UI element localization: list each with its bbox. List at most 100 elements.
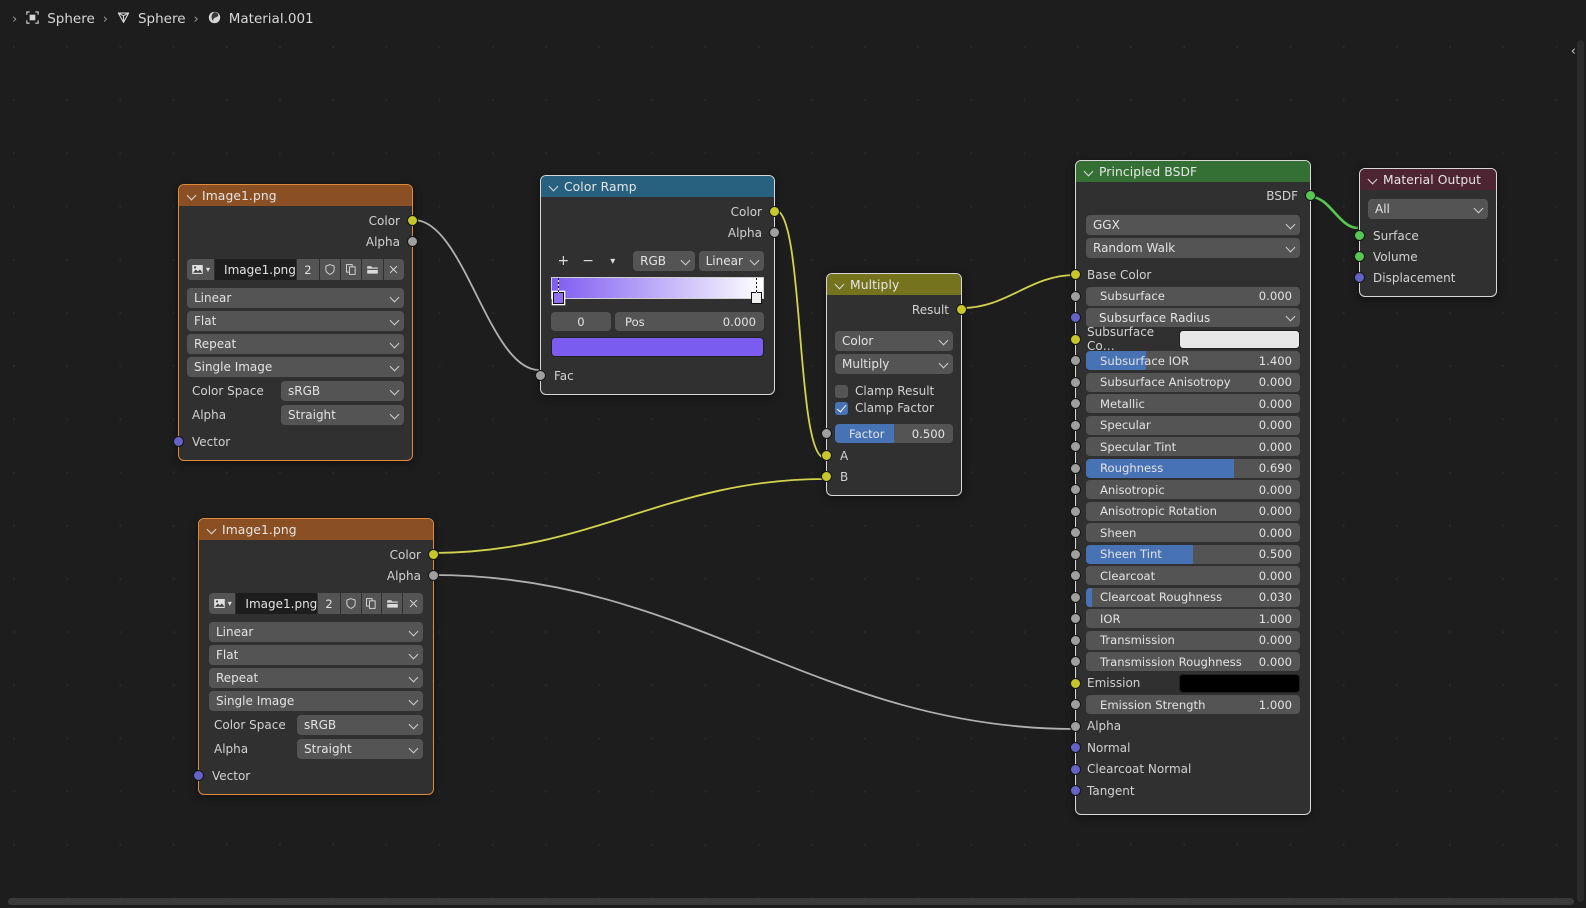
socket-out-alpha[interactable] bbox=[769, 227, 780, 238]
dropdown-projection[interactable]: Flat bbox=[209, 645, 423, 665]
node-multiply[interactable]: Multiply Result Color Multiply Clamp Res… bbox=[821, 273, 967, 496]
node-material-output[interactable]: Material Output All Surface Volume Displ… bbox=[1354, 168, 1497, 297]
socket-in-sheen-tint[interactable] bbox=[1070, 548, 1081, 560]
socket-in-normal[interactable] bbox=[1070, 742, 1081, 753]
socket-out-result[interactable] bbox=[956, 304, 967, 315]
transmission-roughness-slider[interactable]: Transmission Roughness 0.000 bbox=[1086, 652, 1300, 672]
breadcrumb-item-mesh[interactable]: Sphere bbox=[116, 10, 186, 29]
ramp-stop-0[interactable] bbox=[553, 278, 564, 304]
socket-in-vector[interactable] bbox=[173, 436, 184, 447]
dropdown-extension[interactable]: Repeat bbox=[187, 334, 404, 354]
anisotropic-rotation-slider[interactable]: Anisotropic Rotation 0.000 bbox=[1086, 501, 1300, 521]
ramp-index-field[interactable]: 0 bbox=[551, 312, 611, 331]
horizontal-scrollbar[interactable] bbox=[8, 898, 1574, 905]
socket-in-transmission-roughness[interactable] bbox=[1070, 656, 1081, 667]
subsurface-ior-slider[interactable]: Subsurface IOR 1.400 bbox=[1086, 351, 1300, 371]
dropdown-projection[interactable]: Flat bbox=[187, 311, 404, 331]
socket-in-clearcoat[interactable] bbox=[1070, 570, 1081, 581]
socket-in-clearcoat-roughness[interactable] bbox=[1070, 591, 1081, 603]
fake-user-icon[interactable] bbox=[340, 593, 361, 614]
checkbox-row-clamp-result[interactable]: Clamp Result bbox=[835, 384, 953, 398]
clamp-factor-checkbox[interactable] bbox=[835, 401, 848, 415]
checkbox-row-clamp-factor[interactable]: Clamp Factor bbox=[835, 401, 953, 415]
color-ramp-gradient[interactable] bbox=[551, 277, 764, 304]
socket-in-sheen[interactable] bbox=[1070, 527, 1081, 538]
socket-out-color[interactable] bbox=[769, 206, 780, 217]
node-principled-bsdf[interactable]: Principled BSDF BSDF GGX Random Walk Bas… bbox=[1070, 160, 1316, 815]
socket-in-subsurface-ior[interactable] bbox=[1070, 355, 1081, 366]
socket-out-alpha[interactable] bbox=[407, 236, 418, 247]
transmission-slider[interactable]: Transmission 0.000 bbox=[1086, 630, 1300, 650]
node-multiply-header[interactable]: Multiply bbox=[827, 274, 961, 295]
ramp-stop-1[interactable] bbox=[751, 278, 762, 304]
dropdown-subsurface-method[interactable]: Random Walk bbox=[1086, 238, 1300, 258]
image-datablock-bar[interactable]: ▾ Image1.png 2 bbox=[187, 259, 404, 280]
image-datablock-bar[interactable]: ▾ Image1.png 2 bbox=[209, 593, 424, 614]
add-stop-button[interactable]: + bbox=[551, 251, 576, 271]
node-color-ramp[interactable]: Color Ramp Color Alpha + − ▾ RGB Linear … bbox=[535, 175, 780, 395]
subsurface-slider[interactable]: Subsurface 0.000 bbox=[1086, 286, 1300, 306]
chevron-down-icon[interactable] bbox=[549, 182, 558, 191]
dropdown-output-target[interactable]: All bbox=[1368, 199, 1488, 219]
socket-in-subsurface-radius[interactable] bbox=[1070, 312, 1081, 323]
image-browse-icon[interactable]: ▾ bbox=[187, 259, 215, 280]
socket-in-alpha[interactable] bbox=[1070, 720, 1081, 732]
dropdown-blend-mode[interactable]: Multiply bbox=[835, 354, 953, 374]
socket-in-metallic[interactable] bbox=[1070, 398, 1081, 409]
socket-in-vector[interactable] bbox=[193, 770, 204, 781]
socket-in-subsurface-color[interactable] bbox=[1070, 333, 1081, 345]
breadcrumb-item-object[interactable]: Sphere bbox=[25, 10, 95, 29]
socket-out-color[interactable] bbox=[407, 215, 418, 226]
socket-out-bsdf[interactable] bbox=[1305, 190, 1316, 201]
image-name-field[interactable]: Image1.png bbox=[215, 259, 296, 280]
dropdown-interpolation[interactable]: Linear bbox=[187, 288, 404, 308]
dropdown-colorspace[interactable]: sRGB bbox=[297, 715, 423, 735]
dropdown-colorspace[interactable]: sRGB bbox=[281, 381, 404, 401]
socket-in-anisotropic[interactable] bbox=[1070, 484, 1081, 495]
dropdown-ramp-color-mode[interactable]: RGB bbox=[633, 251, 695, 271]
emission-strength-slider[interactable]: Emission Strength 1.000 bbox=[1086, 695, 1300, 715]
unlink-icon[interactable] bbox=[403, 593, 424, 614]
remove-stop-button[interactable]: − bbox=[576, 251, 601, 271]
socket-in-surface[interactable] bbox=[1354, 230, 1365, 241]
roughness-slider[interactable]: Roughness 0.690 bbox=[1086, 458, 1300, 478]
node-image-bottom[interactable]: Image1.png Color Alpha ▾ Image1.png 2 Li… bbox=[193, 518, 439, 795]
clearcoat-slider[interactable]: Clearcoat 0.000 bbox=[1086, 566, 1300, 586]
dropdown-distribution[interactable]: GGX bbox=[1086, 215, 1300, 235]
dropdown-extension[interactable]: Repeat bbox=[209, 668, 423, 688]
ramp-menu-chevron-down-icon[interactable]: ▾ bbox=[600, 251, 625, 271]
region-collapse-chevron-left-icon[interactable]: ‹ bbox=[1571, 44, 1576, 59]
chevron-down-icon[interactable] bbox=[207, 525, 216, 534]
socket-in-base-color[interactable] bbox=[1070, 269, 1081, 280]
node-image-bottom-header[interactable]: Image1.png bbox=[199, 519, 433, 540]
ramp-selected-color-swatch[interactable] bbox=[551, 337, 764, 357]
image-user-count[interactable]: 2 bbox=[296, 259, 319, 280]
dropdown-alpha-mode[interactable]: Straight bbox=[281, 405, 404, 425]
socket-in-ior[interactable] bbox=[1070, 613, 1081, 624]
vertical-scrollbar[interactable] bbox=[1577, 40, 1584, 902]
chevron-down-icon[interactable] bbox=[835, 280, 844, 289]
node-editor-canvas[interactable]: Image1.png Color Alpha ▾ Image1.png 2 Li… bbox=[0, 38, 1586, 908]
breadcrumb-item-material[interactable]: Material.001 bbox=[207, 10, 314, 29]
sheen-slider[interactable]: Sheen 0.000 bbox=[1086, 523, 1300, 543]
factor-slider[interactable]: Factor 0.500 bbox=[835, 424, 953, 443]
metallic-slider[interactable]: Metallic 0.000 bbox=[1086, 394, 1300, 414]
dropdown-interpolation[interactable]: Linear bbox=[209, 622, 423, 642]
socket-in-specular-tint[interactable] bbox=[1070, 441, 1081, 452]
socket-in-clearcoat-normal[interactable] bbox=[1070, 763, 1081, 775]
socket-in-fac[interactable] bbox=[535, 370, 546, 381]
dropdown-source[interactable]: Single Image bbox=[187, 357, 404, 377]
image-name-field[interactable]: Image1.png bbox=[236, 593, 318, 614]
open-image-icon[interactable] bbox=[382, 593, 403, 614]
node-image-top-header[interactable]: Image1.png bbox=[179, 185, 412, 206]
socket-in-tangent[interactable] bbox=[1070, 785, 1081, 796]
sheen-tint-slider[interactable]: Sheen Tint 0.500 bbox=[1086, 544, 1300, 564]
socket-in-b[interactable] bbox=[821, 471, 832, 482]
open-image-icon[interactable] bbox=[362, 259, 383, 280]
image-browse-icon[interactable]: ▾ bbox=[209, 593, 236, 614]
socket-in-emission[interactable] bbox=[1070, 677, 1081, 689]
ior-slider[interactable]: IOR 1.000 bbox=[1086, 609, 1300, 629]
node-color-ramp-header[interactable]: Color Ramp bbox=[541, 176, 774, 197]
dropdown-ramp-interpolation[interactable]: Linear bbox=[698, 251, 765, 271]
socket-in-displacement[interactable] bbox=[1354, 272, 1365, 283]
